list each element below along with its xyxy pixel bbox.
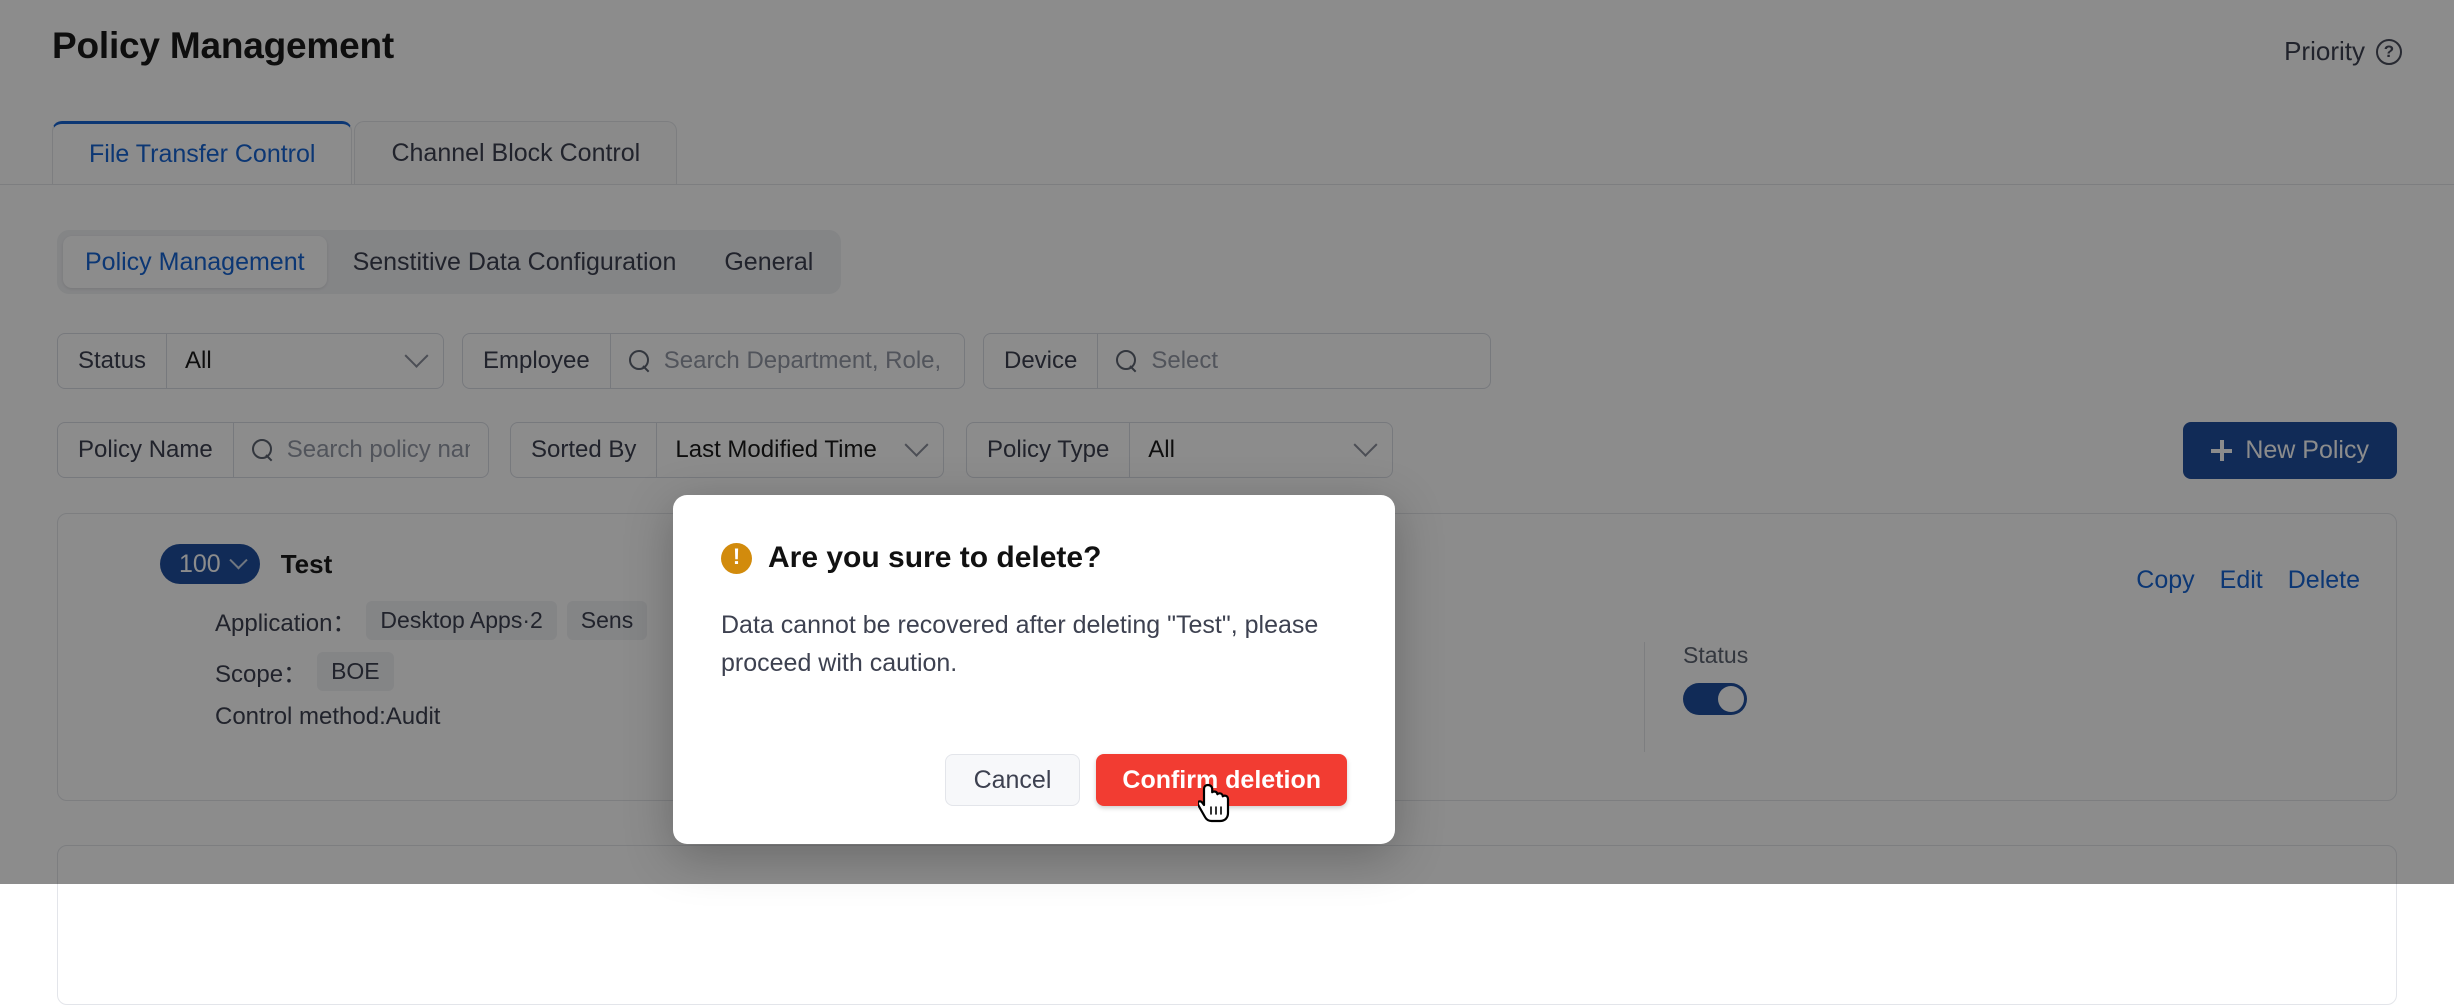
dialog-message: Data cannot be recovered after deleting …	[721, 606, 1331, 682]
dialog-title: Are you sure to delete?	[768, 541, 1101, 575]
confirm-deletion-button[interactable]: Confirm deletion	[1096, 754, 1347, 806]
dialog-footer: Cancel Confirm deletion	[673, 754, 1347, 806]
delete-confirm-dialog: ! Are you sure to delete? Data cannot be…	[673, 495, 1395, 844]
cancel-button[interactable]: Cancel	[945, 754, 1081, 806]
dialog-title-row: ! Are you sure to delete?	[721, 541, 1347, 575]
warning-icon: !	[721, 543, 752, 574]
